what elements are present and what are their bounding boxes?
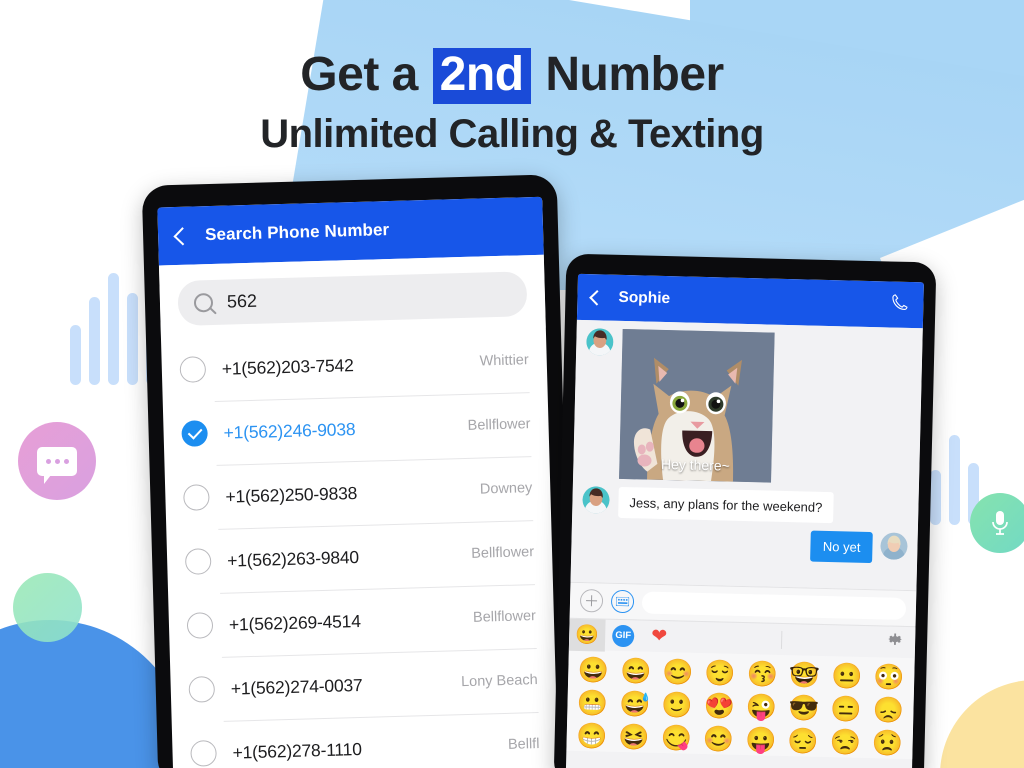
select-radio[interactable] <box>183 484 210 511</box>
gif-label: GIF <box>611 624 635 647</box>
emoji-cell[interactable]: 😎 <box>788 693 820 724</box>
emoji-cell[interactable]: 😐 <box>831 661 863 692</box>
emoji-cell[interactable]: 😑 <box>830 694 862 725</box>
headline-after: Number <box>532 48 724 101</box>
emoji-cell[interactable]: 😌 <box>704 658 736 689</box>
avatar[interactable] <box>880 532 908 560</box>
message-row-outgoing: No yet <box>581 525 908 564</box>
meme-image[interactable]: Hey there~ <box>619 328 775 483</box>
phone-call-icon[interactable] <box>890 292 910 316</box>
emoji-cell[interactable]: 😄 <box>620 656 652 687</box>
green-circle-shape <box>13 573 82 642</box>
emoji-cell[interactable]: 😚 <box>746 659 779 690</box>
phone-number: +1(562)250-9838 <box>225 482 358 507</box>
emoji-cell[interactable]: 🙂 <box>661 690 693 721</box>
microphone-icon <box>970 493 1024 553</box>
phone-number: +1(562)274-0037 <box>230 674 363 699</box>
select-radio[interactable] <box>186 612 214 639</box>
search-icon <box>193 292 214 313</box>
city-label: Bellflower <box>471 544 535 562</box>
city-label: Whittier <box>479 352 529 370</box>
phone-number: +1(562)269-4514 <box>228 610 361 635</box>
right-phone-screen: Sophie Hey there~ Jess, any plans for th… <box>565 273 924 768</box>
list-item[interactable]: +1(562)263-9840 Bellflower <box>166 520 553 595</box>
headline-highlight: 2nd <box>432 48 531 104</box>
emoji-picker-grid[interactable]: 😀 😄 😊 😌 😚 🤓 😐 😳 😬 😅 🙂 😍 😜 😎 😑 😞 😁 😆 😋 😊 … <box>566 649 915 760</box>
select-radio[interactable] <box>188 676 216 703</box>
city-label: Bellfl <box>507 736 540 753</box>
emoji-cell[interactable]: 😟 <box>872 728 904 759</box>
phone-number: +1(562)263-9840 <box>226 546 360 571</box>
phone-number: +1(562)278-1110 <box>232 738 362 763</box>
page-title: Search Phone Number <box>204 220 390 245</box>
select-radio[interactable] <box>179 356 207 383</box>
gear-icon[interactable] <box>886 630 904 653</box>
message-row-incoming: Hey there~ <box>583 328 913 486</box>
emoji-cell[interactable]: 😜 <box>746 692 778 723</box>
right-phone-mockup: Sophie Hey there~ Jess, any plans for th… <box>553 253 937 768</box>
chat-message-list: Hey there~ Jess, any plans for the weeke… <box>570 319 923 591</box>
list-item[interactable]: +1(562)278-1110 Bellfl <box>172 712 559 768</box>
avatar[interactable] <box>582 486 610 514</box>
emoji-cell[interactable]: 😁 <box>576 721 608 752</box>
search-input[interactable]: 562 <box>177 271 528 326</box>
tab-emoji[interactable]: 😀 <box>568 618 606 652</box>
emoji-cell[interactable]: 😀 <box>578 655 610 686</box>
city-label: Lony Beach <box>460 672 538 691</box>
chat-bubble-icon <box>18 422 96 500</box>
emoji-cell[interactable]: 😊 <box>662 657 694 688</box>
emoji-cell[interactable]: 😍 <box>703 691 735 722</box>
page-headline: Get a 2nd Number Unlimited Calling & Tex… <box>0 44 1024 162</box>
emoji-cell[interactable]: 🤓 <box>789 660 821 691</box>
emoji-cell[interactable]: 😅 <box>619 689 651 720</box>
chevron-left-icon[interactable] <box>173 226 192 245</box>
message-text-input[interactable] <box>641 591 907 620</box>
city-label: Downey <box>479 480 533 498</box>
phone-number: +1(562)203-7542 <box>221 354 354 379</box>
list-item[interactable]: +1(562)250-9838 Downey <box>165 456 552 531</box>
emoji-cell[interactable]: 😒 <box>829 727 861 758</box>
message-row-incoming: Jess, any plans for the weekend? <box>582 486 909 525</box>
city-label: Bellflower <box>467 416 531 434</box>
phone-number: +1(562)246-9038 <box>223 418 356 443</box>
list-item[interactable]: +1(562)269-4514 Bellflower <box>168 584 555 659</box>
toolbar-divider <box>780 630 783 649</box>
contact-name: Sophie <box>618 288 671 308</box>
avatar[interactable] <box>586 328 614 356</box>
select-radio[interactable] <box>184 548 212 575</box>
search-value: 562 <box>226 290 258 312</box>
emoji-cell[interactable]: 😋 <box>660 723 692 754</box>
phone-number-list: +1(562)203-7542 Whittier +1(562)246-9038… <box>161 328 558 768</box>
tab-sticker-heart[interactable]: ❤ <box>641 620 678 653</box>
search-container: 562 <box>158 254 546 339</box>
emoji-cell[interactable]: 😊 <box>703 724 735 755</box>
chevron-left-icon[interactable] <box>589 289 605 306</box>
search-number-navbar: Search Phone Number <box>157 196 544 266</box>
message-bubble-incoming[interactable]: Jess, any plans for the weekend? <box>618 486 834 524</box>
yellow-circle-shape <box>940 680 1024 768</box>
headline-line-2: Unlimited Calling & Texting <box>260 112 764 156</box>
emoji-cell[interactable]: 😛 <box>745 725 777 756</box>
select-radio-checked[interactable] <box>181 420 208 447</box>
list-item[interactable]: +1(562)274-0037 Lony Beach <box>170 648 557 723</box>
list-item[interactable]: +1(562)203-7542 Whittier <box>161 328 548 403</box>
emoji-cell[interactable]: 😆 <box>618 722 650 753</box>
emoji-cell[interactable]: 😬 <box>577 688 609 719</box>
tab-gif[interactable]: GIF <box>605 619 642 652</box>
emoji-cell[interactable]: 😔 <box>787 726 819 757</box>
left-phone-screen: Search Phone Number 562 +1(562)203-7542 … <box>157 196 559 768</box>
left-phone-mockup: Search Phone Number 562 +1(562)203-7542 … <box>141 174 574 768</box>
city-label: Bellflower <box>472 608 537 626</box>
plus-icon[interactable] <box>579 588 604 613</box>
headline-before: Get a <box>300 48 431 101</box>
list-item[interactable]: +1(562)246-9038 Bellflower <box>163 392 550 467</box>
message-bubble-outgoing[interactable]: No yet <box>810 530 873 564</box>
headline-line-1: Get a 2nd Number <box>0 44 1024 106</box>
keyboard-icon[interactable] <box>610 589 635 614</box>
select-radio[interactable] <box>190 740 217 767</box>
emoji-cell[interactable]: 😞 <box>872 695 904 726</box>
emoji-cell[interactable]: 😳 <box>873 662 905 693</box>
